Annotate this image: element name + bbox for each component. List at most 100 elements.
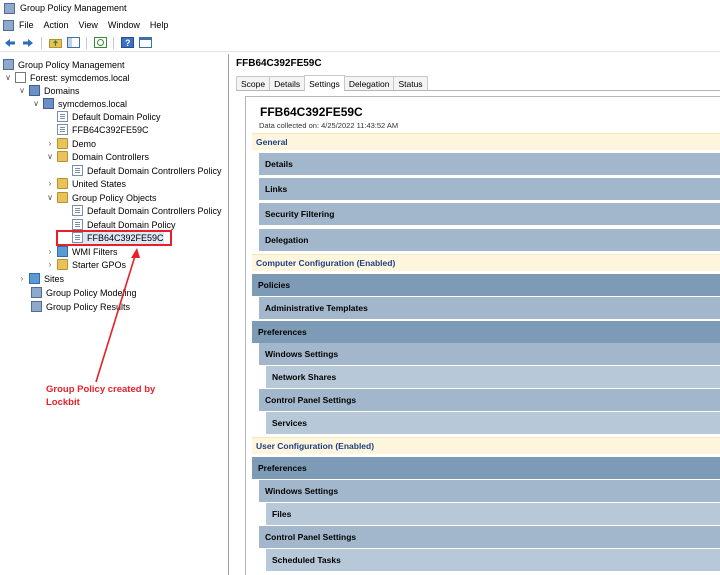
- tree-item-domain-controllers[interactable]: ∨ Domain Controllers: [45, 150, 149, 163]
- system-menu-icon[interactable]: [3, 19, 14, 31]
- row-preferences[interactable]: Preferences: [252, 321, 720, 343]
- tree-item-label: symcdemos.local: [58, 98, 128, 109]
- tree-item-wmi-filters[interactable]: › WMI Filters: [45, 245, 118, 258]
- section-computer-config[interactable]: Computer Configuration (Enabled): [252, 254, 720, 271]
- svg-text:?: ?: [125, 38, 131, 48]
- gpm-icon: [3, 59, 14, 70]
- chevron-down-icon[interactable]: ∨: [45, 152, 55, 161]
- menu-window[interactable]: Window: [108, 20, 140, 30]
- tree-item-gpo-link[interactable]: FFB64C392FE59C: [57, 123, 149, 136]
- row-label: Links: [265, 184, 288, 194]
- refresh-icon[interactable]: [93, 36, 107, 50]
- details-pane: FFB64C392FE59C Scope Details Settings De…: [230, 54, 720, 575]
- row-user-control-panel[interactable]: Control Panel Settings: [259, 526, 720, 548]
- chevron-right-icon[interactable]: ›: [45, 179, 55, 188]
- menu-bar: File Action View Window Help: [0, 16, 720, 34]
- tree-item-label: Domain Controllers: [72, 151, 150, 162]
- tab-scope[interactable]: Scope: [236, 76, 271, 90]
- forward-icon[interactable]: [21, 36, 35, 50]
- menu-file[interactable]: File: [19, 20, 34, 30]
- toolbar: ?: [0, 34, 720, 52]
- tree-item-root[interactable]: Group Policy Management: [3, 58, 125, 71]
- row-label: Delegation: [265, 235, 309, 245]
- tree-item-gpo-dc-policy[interactable]: Default Domain Controllers Policy: [72, 204, 222, 217]
- toolbar-separator: [86, 36, 87, 49]
- tree-item-forest[interactable]: ∨ Forest: symcdemos.local: [3, 71, 130, 84]
- window-title-bar: Group Policy Management: [0, 0, 720, 16]
- row-admin-templates[interactable]: Administrative Templates: [259, 297, 720, 319]
- row-control-panel[interactable]: Control Panel Settings: [259, 389, 720, 411]
- row-files[interactable]: Files: [266, 503, 720, 525]
- gpo-link-icon: [57, 124, 68, 135]
- row-label: Network Shares: [272, 372, 337, 382]
- tree-item-domain[interactable]: ∨ symcdemos.local: [31, 97, 127, 110]
- tree-item-label: Sites: [44, 273, 65, 284]
- help-icon[interactable]: ?: [120, 36, 134, 50]
- tree-item-domains[interactable]: ∨ Domains: [17, 84, 80, 97]
- show-tree-icon[interactable]: [66, 36, 80, 50]
- tree-item-label: Group Policy Management: [18, 59, 125, 70]
- section-user-config[interactable]: User Configuration (Enabled): [252, 437, 720, 454]
- tree-item-starter-gpos[interactable]: › Starter GPOs: [45, 258, 126, 271]
- tree-item-label: Group Policy Modeling: [46, 287, 137, 298]
- section-general[interactable]: General: [252, 133, 720, 150]
- toolbar-separator: [41, 36, 42, 49]
- tab-status[interactable]: Status: [393, 76, 428, 90]
- tree-item-label: Forest: symcdemos.local: [30, 72, 130, 83]
- tree-item-default-dc-policy[interactable]: Default Domain Controllers Policy: [72, 164, 222, 177]
- tree-item-results[interactable]: Group Policy Results: [31, 300, 130, 313]
- annotation-label: Group Policy created by Lockbit: [46, 384, 156, 408]
- up-folder-icon[interactable]: [48, 36, 62, 50]
- tab-settings[interactable]: Settings: [304, 75, 345, 91]
- tab-details[interactable]: Details: [269, 76, 306, 90]
- menu-view[interactable]: View: [79, 20, 98, 30]
- tree-item-label: Demo: [72, 138, 97, 149]
- row-details[interactable]: Details: [259, 153, 720, 175]
- chevron-right-icon[interactable]: ›: [45, 139, 55, 148]
- row-scheduled-tasks[interactable]: Scheduled Tasks: [266, 549, 720, 571]
- row-security-filtering[interactable]: Security Filtering: [259, 203, 720, 225]
- tree-item-label: Group Policy Results: [46, 301, 131, 312]
- chevron-right-icon[interactable]: ›: [17, 274, 27, 283]
- row-label: Preferences: [258, 327, 307, 337]
- tree-item-sites[interactable]: › Sites: [17, 272, 64, 285]
- tree-item-default-domain-policy[interactable]: Default Domain Policy: [57, 110, 161, 123]
- settings-report: FFB64C392FE59C Data collected on: 4/25/2…: [245, 96, 720, 575]
- tree-item-group-policy-objects[interactable]: ∨ Group Policy Objects: [45, 191, 157, 204]
- chevron-down-icon[interactable]: ∨: [17, 86, 27, 95]
- row-services[interactable]: Services: [266, 412, 720, 434]
- chevron-right-icon[interactable]: ›: [45, 260, 55, 269]
- sites-icon: [29, 273, 40, 284]
- menu-action[interactable]: Action: [44, 20, 69, 30]
- row-label: Details: [265, 159, 293, 169]
- toolbar-separator: [113, 36, 114, 49]
- domains-icon: [29, 85, 40, 96]
- chevron-down-icon[interactable]: ∨: [45, 193, 55, 202]
- row-delegation[interactable]: Delegation: [259, 229, 720, 251]
- tree-item-demo[interactable]: › Demo: [45, 137, 96, 150]
- row-policies[interactable]: Policies: [252, 274, 720, 296]
- gpo-link-icon: [72, 165, 83, 176]
- tree-item-label: Default Domain Controllers Policy: [87, 205, 222, 216]
- row-user-preferences[interactable]: Preferences: [252, 457, 720, 479]
- row-windows-settings[interactable]: Windows Settings: [259, 343, 720, 365]
- tree-item-label: WMI Filters: [72, 246, 118, 257]
- row-network-shares[interactable]: Network Shares: [266, 366, 720, 388]
- tab-delegation[interactable]: Delegation: [343, 76, 395, 90]
- back-icon[interactable]: [3, 36, 17, 50]
- wmi-filter-icon: [57, 246, 68, 257]
- chevron-right-icon[interactable]: ›: [45, 247, 55, 256]
- tree-item-united-states[interactable]: › United States: [45, 177, 126, 190]
- chevron-down-icon[interactable]: ∨: [31, 99, 41, 108]
- tree-item-modeling[interactable]: Group Policy Modeling: [31, 286, 137, 299]
- domain-icon: [43, 98, 54, 109]
- chevron-down-icon[interactable]: ∨: [3, 73, 13, 82]
- tab-strip: Scope Details Settings Delegation Status: [236, 75, 720, 91]
- properties-icon[interactable]: [138, 36, 152, 50]
- row-label: Policies: [258, 280, 291, 290]
- ou-folder-icon: [57, 138, 68, 149]
- row-user-windows-settings[interactable]: Windows Settings: [259, 480, 720, 502]
- menu-help[interactable]: Help: [150, 20, 169, 30]
- tree-item-label: Default Domain Policy: [87, 219, 176, 230]
- row-links[interactable]: Links: [259, 178, 720, 200]
